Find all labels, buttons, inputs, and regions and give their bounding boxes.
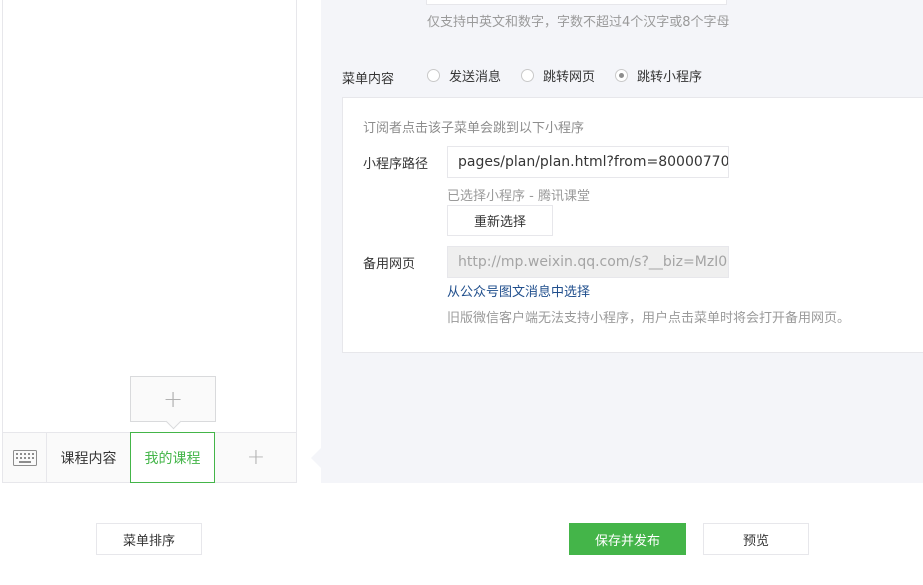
backup-webpage-label: 备用网页 — [363, 257, 416, 272]
menu-sort-button[interactable]: 菜单排序 — [96, 523, 202, 555]
radio-circle-icon — [427, 69, 440, 82]
add-menu-button[interactable]: + — [214, 433, 298, 482]
menu-item-course-content[interactable]: 课程内容 — [47, 433, 131, 482]
selected-miniprogram-text: 已选择小程序 - 腾讯课堂 — [447, 189, 590, 204]
radio-label: 发送消息 — [449, 70, 502, 85]
menu-name-tip: 仅支持中英文和数字，字数不超过4个汉字或8个字母 — [427, 15, 730, 30]
backup-webpage-input[interactable]: http://mp.weixin.qq.com/s?__biz=MzI0 — [447, 246, 729, 278]
radio-label: 跳转小程序 — [637, 70, 703, 85]
menu-content-radio-group: 发送消息 跳转网页 跳转小程序 — [427, 66, 722, 85]
miniprogram-path-label: 小程序路径 — [363, 157, 429, 172]
editor-pointer-arrow — [311, 448, 321, 468]
radio-send-message[interactable]: 发送消息 — [427, 66, 501, 85]
radio-open-miniprogram[interactable]: 跳转小程序 — [615, 66, 702, 85]
preview-button[interactable]: 预览 — [703, 523, 809, 555]
custom-menu-bar: 课程内容 我的课程 + — [3, 432, 298, 483]
menu-name-input[interactable] — [426, 0, 727, 5]
miniprogram-tip: 订阅者点击该子菜单会跳到以下小程序 — [363, 121, 585, 136]
menu-content-label: 菜单内容 — [342, 72, 395, 87]
save-and-publish-button[interactable]: 保存并发布 — [569, 523, 686, 555]
add-submenu-button[interactable]: + — [130, 376, 216, 422]
miniprogram-path-input[interactable]: pages/plan/plan.html?from=80000770 — [447, 146, 729, 178]
radio-label: 跳转网页 — [543, 70, 596, 85]
plus-icon: + — [162, 385, 184, 413]
reselect-button[interactable]: 重新选择 — [447, 205, 553, 236]
radio-open-webpage[interactable]: 跳转网页 — [521, 66, 595, 85]
old-client-tip: 旧版微信客户端无法支持小程序，用户点击菜单时将会打开备用网页。 — [447, 311, 851, 326]
menu-editor-panel: 仅支持中英文和数字，字数不超过4个汉字或8个字母 菜单内容 发送消息 跳转网页 … — [321, 0, 923, 483]
plus-icon: + — [246, 445, 266, 470]
keyboard-icon[interactable] — [3, 433, 47, 482]
select-from-articles-link[interactable]: 从公众号图文消息中选择 — [447, 281, 590, 300]
radio-circle-icon — [521, 69, 535, 82]
miniprogram-settings-box: 订阅者点击该子菜单会跳到以下小程序 小程序路径 pages/plan/plan.… — [342, 97, 923, 353]
radio-selected-icon — [615, 69, 629, 82]
phone-preview: + 课程内容 我的课程 + — [2, 0, 297, 483]
menu-item-my-courses[interactable]: 我的课程 — [130, 432, 215, 483]
